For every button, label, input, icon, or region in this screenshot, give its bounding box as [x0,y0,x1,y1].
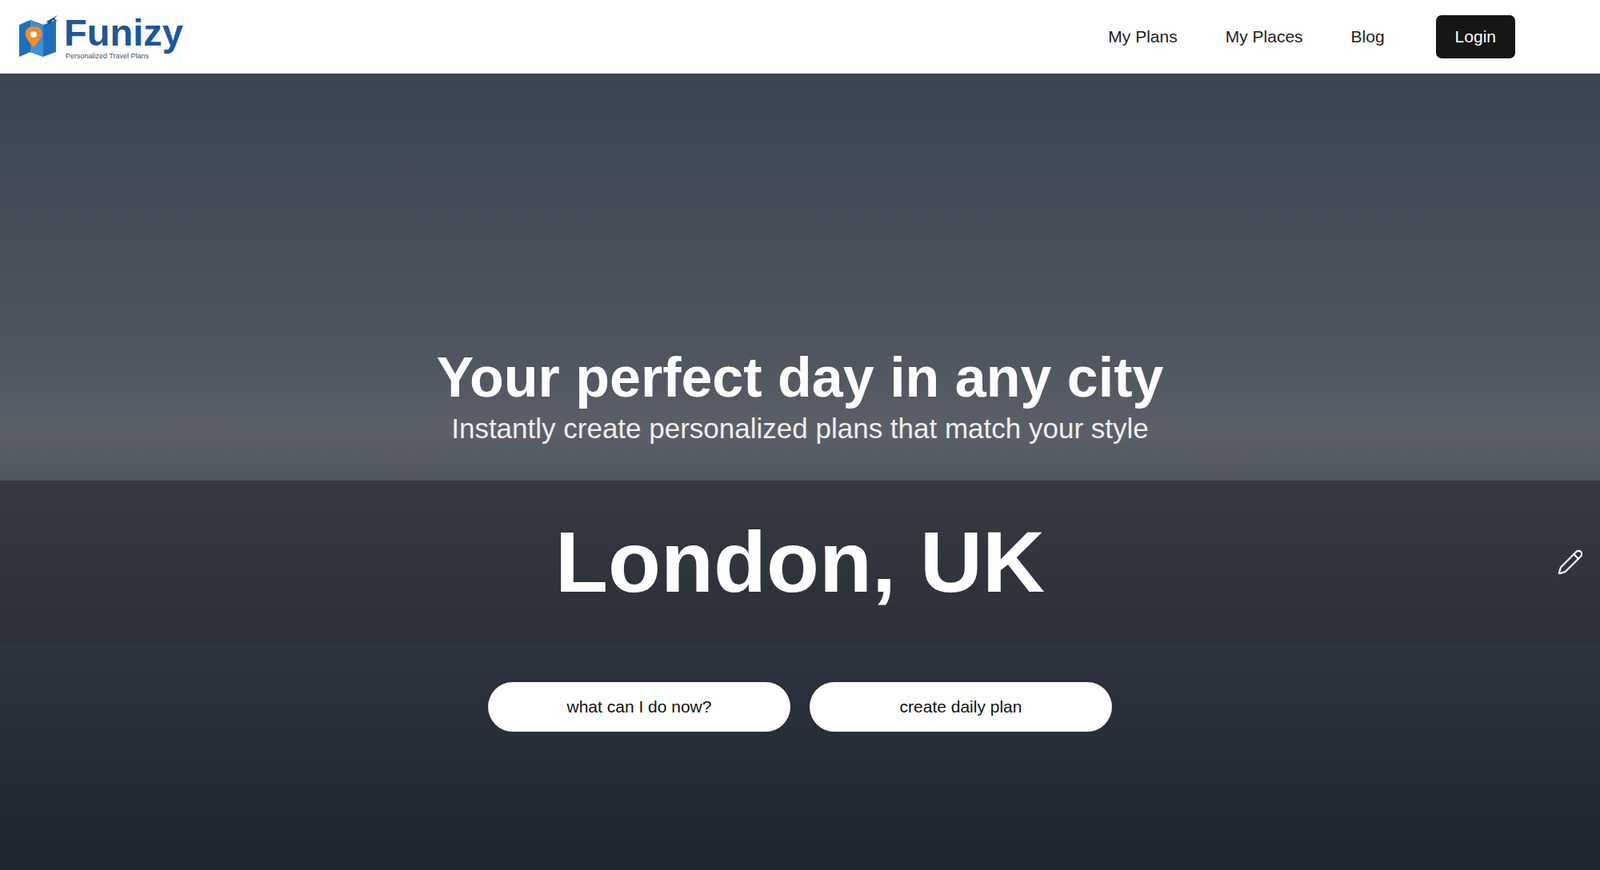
logo-name: Funizy [64,13,184,52]
logo-tagline: Personalized Travel Plans [65,52,184,60]
top-bar: FunizyPersonalized Travel PlansMy PlansM… [0,0,1600,74]
nav-link[interactable]: My Plans [1108,24,1177,50]
login-button[interactable]: Login [1436,15,1516,59]
hero-actions: what can I do now? create daily plan [488,682,1112,732]
page: FunizyPersonalized Travel PlansMy PlansM… [0,0,1600,870]
nav-link[interactable]: My Places [1225,24,1304,50]
edit-pencil-icon[interactable] [1556,548,1584,576]
hero-subtitle: Instantly create personalized plans that… [451,412,1149,446]
action-button[interactable]: what can I do now? [488,682,791,732]
hero-title: Your perfect day in any city [436,347,1164,409]
logo[interactable]: FunizyPersonalized Travel Plans [16,13,184,60]
city-name[interactable]: London, UK [555,510,1045,615]
logo-icon [16,13,60,60]
nav-link[interactable]: Blog [1351,24,1385,50]
action-button[interactable]: create daily plan [809,682,1112,732]
city-band: London, UK [0,480,1600,644]
main-nav: My Plans My Places Blog Login [1108,15,1516,59]
hero-photo: Your perfect day in any cityInstantly cr… [0,73,1600,870]
